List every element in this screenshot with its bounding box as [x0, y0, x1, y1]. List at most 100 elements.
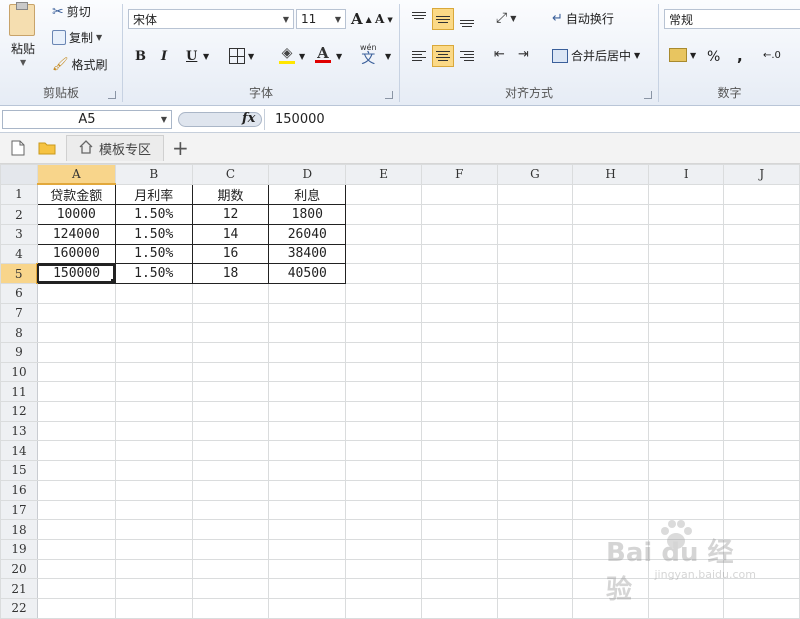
cell-I7[interactable] — [648, 302, 725, 324]
cell-I10[interactable] — [648, 361, 725, 383]
cell-G11[interactable] — [496, 381, 574, 403]
cell-J8[interactable] — [723, 322, 800, 343]
cell-B21[interactable] — [114, 578, 193, 599]
cell-C4[interactable]: 16 — [191, 243, 270, 265]
cell-H13[interactable] — [572, 420, 650, 442]
cell-F4[interactable] — [421, 243, 498, 265]
cell-B11[interactable] — [114, 381, 193, 403]
cell-C14[interactable] — [191, 440, 270, 462]
cell-F15[interactable] — [421, 460, 498, 481]
cell-E17[interactable] — [345, 499, 422, 521]
cell-F22[interactable] — [421, 597, 498, 619]
cell-E3[interactable] — [345, 223, 422, 245]
cell-D13[interactable] — [268, 420, 347, 442]
cell-C17[interactable] — [191, 499, 270, 521]
align-right-button[interactable] — [456, 45, 478, 67]
cell-E7[interactable] — [345, 302, 422, 324]
cell-D6[interactable] — [268, 282, 347, 304]
cell-E13[interactable] — [345, 420, 422, 442]
cell-J7[interactable] — [723, 302, 800, 324]
row-header-15[interactable]: 15 — [0, 460, 38, 481]
cell-E10[interactable] — [345, 361, 422, 383]
row-header-1[interactable]: 1 — [0, 183, 38, 206]
cell-D16[interactable] — [268, 479, 347, 501]
cell-F2[interactable] — [421, 204, 498, 225]
name-box[interactable]: A5 ▼ — [2, 110, 172, 129]
underline-button[interactable]: U — [186, 49, 197, 64]
folder-icon[interactable] — [38, 141, 56, 158]
cell-G4[interactable] — [496, 243, 574, 265]
cell-J4[interactable] — [723, 243, 800, 265]
chevron-down-icon[interactable]: ▼ — [385, 52, 391, 61]
cell-C8[interactable] — [191, 322, 270, 343]
cell-F16[interactable] — [421, 479, 498, 501]
row-header-19[interactable]: 19 — [0, 538, 38, 560]
row-header-7[interactable]: 7 — [0, 302, 38, 324]
cell-J9[interactable] — [723, 342, 800, 363]
cell-I16[interactable] — [648, 479, 725, 501]
cell-C2[interactable]: 12 — [191, 204, 270, 225]
cell-G14[interactable] — [496, 440, 574, 462]
cell-A3[interactable]: 124000 — [36, 223, 116, 245]
cell-I6[interactable] — [648, 282, 725, 304]
cell-H1[interactable] — [572, 183, 650, 206]
shrink-font-icon[interactable]: A ▼ — [375, 12, 393, 26]
bold-button[interactable]: B — [135, 49, 146, 64]
cell-D18[interactable] — [268, 519, 347, 540]
cell-B10[interactable] — [114, 361, 193, 383]
cell-A8[interactable] — [36, 322, 116, 343]
cell-E2[interactable] — [345, 204, 422, 225]
cell-G10[interactable] — [496, 361, 574, 383]
cell-E4[interactable] — [345, 243, 422, 265]
cell-G9[interactable] — [496, 342, 574, 363]
cut-button[interactable]: ✂ 剪切 — [52, 3, 91, 20]
cell-F9[interactable] — [421, 342, 498, 363]
cell-H10[interactable] — [572, 361, 650, 383]
cell-B18[interactable] — [114, 519, 193, 540]
cell-J1[interactable] — [723, 183, 800, 206]
cell-A16[interactable] — [36, 479, 116, 501]
select-all-corner[interactable] — [0, 164, 38, 185]
row-header-22[interactable]: 22 — [0, 597, 38, 619]
cell-E6[interactable] — [345, 282, 422, 304]
cell-F5[interactable] — [421, 263, 498, 284]
cell-E22[interactable] — [345, 597, 422, 619]
cell-H4[interactable] — [572, 243, 650, 265]
cell-A18[interactable] — [36, 519, 116, 540]
row-header-20[interactable]: 20 — [0, 558, 38, 580]
column-header-I[interactable]: I — [648, 164, 725, 185]
insert-function-button[interactable]: fx — [242, 111, 255, 126]
increase-indent-icon[interactable]: ⇥ — [518, 47, 529, 62]
cell-A2[interactable]: 10000 — [36, 204, 116, 225]
cell-D20[interactable] — [268, 558, 347, 580]
column-header-F[interactable]: F — [421, 164, 498, 185]
cell-B5[interactable]: 1.50% — [114, 263, 193, 284]
cell-D12[interactable] — [268, 401, 347, 422]
chevron-down-icon[interactable]: ▼ — [203, 52, 209, 61]
font-size-select[interactable]: 11 ▼ — [296, 9, 346, 29]
cell-D11[interactable] — [268, 381, 347, 403]
cell-J12[interactable] — [723, 401, 800, 422]
row-header-12[interactable]: 12 — [0, 401, 38, 422]
cell-F21[interactable] — [421, 578, 498, 599]
row-header-5[interactable]: 5 — [0, 263, 39, 284]
chevron-down-icon[interactable]: ▼ — [20, 58, 26, 67]
row-header-21[interactable]: 21 — [0, 578, 38, 599]
cell-B9[interactable] — [114, 342, 193, 363]
cell-B8[interactable] — [114, 322, 193, 343]
cell-F8[interactable] — [421, 322, 498, 343]
cell-G19[interactable] — [496, 538, 574, 560]
cell-G2[interactable] — [496, 204, 574, 225]
cell-E8[interactable] — [345, 322, 422, 343]
copy-button[interactable]: 复制 ▼ — [52, 29, 102, 46]
phonetic-button[interactable]: wén 文 — [360, 44, 377, 67]
cell-E5[interactable] — [345, 263, 422, 284]
paste-button[interactable]: 粘贴 — [11, 40, 35, 57]
font-name-select[interactable]: 宋体 ▼ — [128, 9, 294, 29]
cell-J14[interactable] — [723, 440, 800, 462]
cell-E12[interactable] — [345, 401, 422, 422]
cell-G8[interactable] — [496, 322, 574, 343]
row-header-6[interactable]: 6 — [0, 282, 38, 304]
row-header-2[interactable]: 2 — [0, 204, 38, 225]
cell-J15[interactable] — [723, 460, 800, 481]
